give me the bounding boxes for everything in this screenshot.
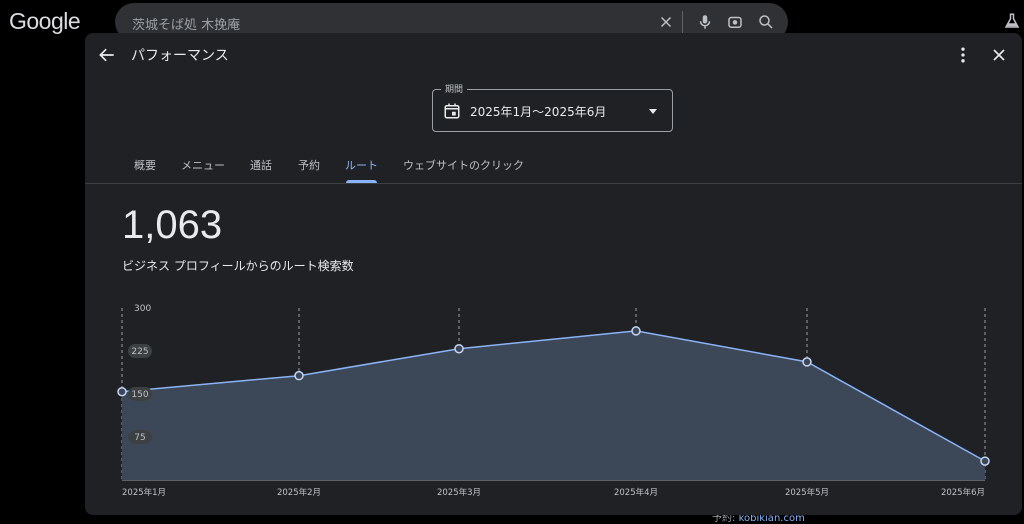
search-query[interactable]: 茨城そば処 木挽庵 [132,14,240,33]
x-tick-3: 2025年4月 [614,487,658,498]
x-tick-1: 2025年2月 [277,487,321,498]
active-tab-indicator [346,180,377,183]
tab-website-clicks[interactable]: ウェブサイトのクリック [403,157,524,173]
period-label: 期間 [441,82,468,95]
data-point-1 [294,370,304,381]
y-tick-150: 150 [131,390,148,400]
performance-dialog: パフォーマンス 期間 2025年1月〜2025年6月 概要 メニュー 通話 予約… [85,33,1022,515]
y-tick-225: 225 [131,347,148,357]
period-value: 2025年1月〜2025年6月 [470,105,607,119]
labs-flask-icon[interactable] [1003,12,1021,30]
dropdown-caret-icon [649,109,657,114]
metric-description: ビジネス プロフィールからのルート検索数 [122,259,354,273]
x-tick-0: 2025年1月 [122,487,166,498]
google-logo[interactable]: Google [9,8,81,35]
data-point-5 [980,456,990,466]
period-dropdown[interactable]: 期間 2025年1月〜2025年6月 [432,82,673,132]
tab-bookings[interactable]: 予約 [298,157,320,173]
y-tick-75: 75 [134,433,145,443]
clear-icon[interactable] [657,13,675,31]
close-icon[interactable] [989,45,1009,65]
x-tick-4: 2025年5月 [785,487,829,498]
microphone-icon[interactable] [696,13,714,31]
area-fill [122,330,985,480]
data-point-0 [117,386,127,397]
x-tick-2: 2025年3月 [437,487,481,498]
x-tick-5: 2025年6月 [941,487,985,498]
search-icon[interactable] [757,13,775,31]
tab-menu[interactable]: メニュー [181,157,225,173]
y-tick-300: 300 [134,304,151,314]
data-point-4 [802,357,812,367]
camera-lens-icon[interactable] [726,13,744,31]
metric-tabs: 概要 メニュー 通話 予約 ルート ウェブサイトのクリック [85,150,1022,184]
data-point-3 [631,326,641,336]
calendar-icon [444,103,460,119]
back-arrow-icon[interactable] [97,45,117,65]
data-point-2 [454,343,464,354]
directions-area-chart: 75 150 225 300 2025年1月 2025年2月 2025年3月 2025年4月 2… [117,304,990,498]
metric-total: 1,063 [122,203,223,247]
tab-directions[interactable]: ルート [345,157,378,173]
tab-overview[interactable]: 概要 [134,157,156,173]
search-divider [682,11,683,35]
more-options-icon[interactable] [953,45,973,65]
tab-calls[interactable]: 通話 [250,157,272,173]
dialog-title: パフォーマンス [131,48,229,64]
